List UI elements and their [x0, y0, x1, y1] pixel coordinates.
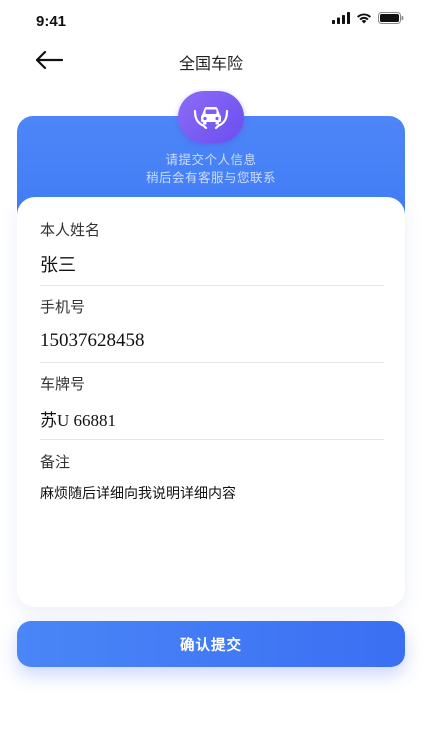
plate-divider	[40, 439, 384, 440]
plate-field: 车牌号	[40, 373, 384, 440]
submit-button[interactable]: 确认提交	[17, 621, 405, 667]
status-bar: 9:41	[0, 0, 422, 40]
name-divider	[40, 285, 384, 286]
nav-bar: 全国车险	[0, 40, 422, 80]
name-field: 本人姓名	[40, 219, 384, 286]
note-field: 备注 麻烦随后详细向我说明详细内容	[40, 451, 384, 504]
page-title: 全国车险	[178, 54, 243, 73]
battery-icon	[378, 12, 404, 24]
phone-divider	[40, 362, 384, 363]
wifi-icon	[357, 13, 371, 24]
phone-field: 手机号	[40, 296, 384, 363]
cellular-signal-icon	[332, 12, 350, 24]
note-input[interactable]: 麻烦随后详细向我说明详细内容	[40, 484, 384, 504]
status-time: 9:41	[36, 13, 67, 30]
header-line-2: 稍后会有客服与您联系	[145, 170, 276, 185]
phone-label: 手机号	[40, 298, 86, 316]
phone-input[interactable]	[40, 329, 384, 353]
status-icons	[332, 12, 404, 24]
insurance-badge	[178, 91, 244, 143]
plate-input[interactable]	[40, 406, 384, 430]
name-label: 本人姓名	[40, 221, 101, 239]
note-label: 备注	[40, 453, 71, 471]
header-line-1: 请提交个人信息	[165, 152, 257, 167]
name-input[interactable]	[40, 252, 384, 276]
car-icon	[193, 107, 229, 130]
form-card: 本人姓名 手机号 车牌号 备注 麻烦随后详细向我说明详细内容	[17, 197, 405, 607]
plate-label: 车牌号	[40, 375, 86, 393]
